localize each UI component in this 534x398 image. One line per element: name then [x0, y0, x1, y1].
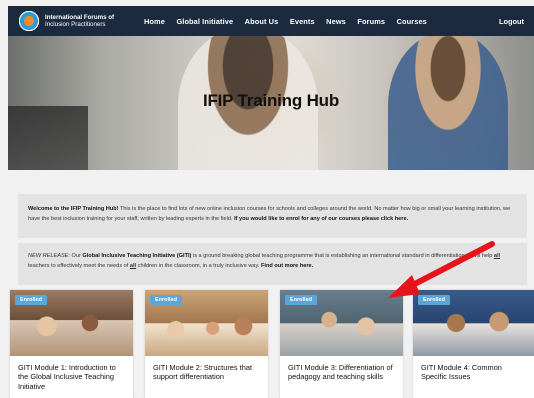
welcome-box: Welcome to the IFIP Training Hub! This i… [18, 194, 527, 238]
top-navbar: International Forums of Inclusion Practi… [8, 6, 534, 36]
enrolled-badge: Enrolled [418, 295, 451, 305]
nav-about-us[interactable]: About Us [245, 17, 279, 26]
course-image: Enrolled [145, 290, 268, 356]
enrolled-badge: Enrolled [285, 295, 318, 305]
course-card-module-3[interactable]: Enrolled GITI Module 3: Differentiation … [280, 290, 403, 398]
release-text-2: is a ground breaking global teaching pro… [191, 253, 494, 259]
brand-line-1: International Forums of [45, 14, 115, 21]
course-title[interactable]: GITI Module 2: Structures that support d… [145, 356, 268, 382]
enrolled-badge: Enrolled [150, 295, 183, 305]
course-image: Enrolled [10, 290, 133, 356]
main-menu: Home Global Initiative About Us Events N… [144, 17, 438, 26]
course-card-module-1[interactable]: Enrolled GITI Module 1: Introduction to … [10, 290, 133, 398]
course-image: Enrolled [280, 290, 403, 356]
ifip-logo-icon [17, 10, 41, 32]
brand-text: International Forums of Inclusion Practi… [45, 14, 135, 28]
course-image: Enrolled [413, 290, 534, 356]
logout-link[interactable]: Logout [499, 17, 524, 26]
release-text-3: teachers to effectively meet the needs o… [28, 262, 130, 269]
find-out-more-link[interactable]: Find out more here. [261, 263, 313, 269]
nav-forums[interactable]: Forums [357, 17, 385, 26]
nav-global-initiative[interactable]: Global Initiative [176, 17, 233, 26]
course-title[interactable]: GITI Module 1: Introduction to the Globa… [10, 356, 133, 391]
nav-courses[interactable]: Courses [397, 17, 427, 26]
brand[interactable]: International Forums of Inclusion Practi… [17, 10, 135, 32]
course-card-module-2[interactable]: Enrolled GITI Module 2: Structures that … [145, 290, 268, 398]
enrolled-badge: Enrolled [15, 295, 48, 305]
giti-name: Global Inclusive Teaching Initiative (GI… [82, 253, 192, 259]
nav-news[interactable]: News [326, 17, 346, 26]
release-text-1: Our [69, 253, 83, 259]
welcome-lead: Welcome to the IFIP Training Hub! [28, 206, 119, 212]
nav-events[interactable]: Events [290, 17, 315, 26]
new-release-box: NEW RELEASE: Our Global Inclusive Teachi… [18, 243, 527, 285]
nav-home[interactable]: Home [144, 17, 165, 26]
course-title[interactable]: GITI Module 3: Differentiation of pedago… [280, 356, 403, 382]
hero-title: IFIP Training Hub [202, 91, 340, 110]
new-release-tag: NEW RELEASE: [28, 253, 70, 259]
hero-banner: IFIP Training Hub [8, 36, 534, 170]
release-text-4: children in the classroom, in a truly in… [136, 262, 261, 269]
hero-laptop-shape [8, 106, 88, 170]
brand-line-2: Inclusion Practitioners [45, 21, 106, 28]
course-title[interactable]: GITI Module 4: Common Specific Issues [413, 356, 534, 382]
enrol-link[interactable]: If you would like to enrol for any of ou… [234, 216, 408, 222]
release-all-1: all [493, 253, 501, 259]
course-card-module-4[interactable]: Enrolled GITI Module 4: Common Specific … [413, 290, 534, 398]
